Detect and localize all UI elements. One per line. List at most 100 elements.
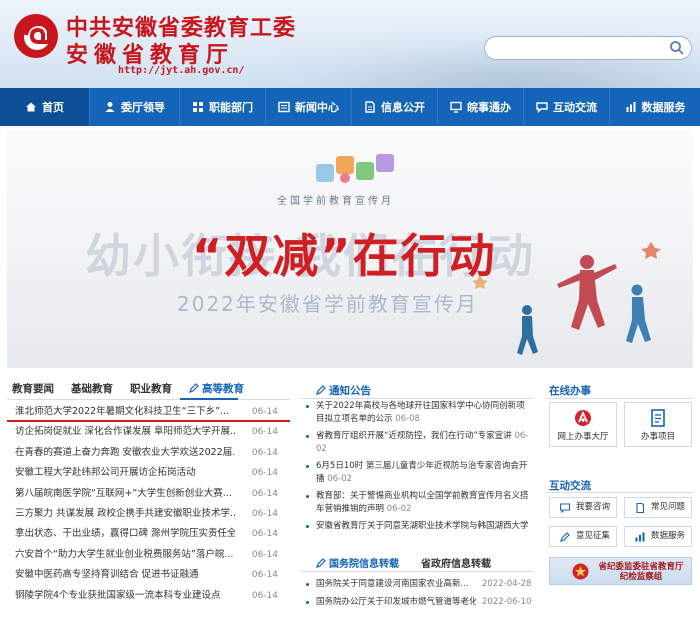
notice-title: 关于2022年高校与各地球开往国家科学中心协同创新项目拟立项名单的公示 — [316, 401, 525, 424]
gov-divider — [300, 571, 534, 572]
consult-icon — [560, 503, 570, 513]
interaction-heading[interactable]: 互动交流 — [549, 478, 591, 493]
notice-list: 关于2022年高校与各地球开往国家科学中心协同创新项目拟立项名单的公示 06-0… — [304, 400, 532, 538]
list-item[interactable]: 铜陵学院4个专业获批国家级一流本科专业建设点 06-14 — [7, 586, 290, 606]
consult-button[interactable]: 我要咨询 — [549, 497, 617, 518]
tab-education-news[interactable]: 教育要闻 — [12, 381, 54, 399]
news-date: 06-14 — [251, 570, 278, 581]
data-icon — [626, 102, 635, 112]
tab-provincial-government[interactable]: 省政府信息转载 — [421, 555, 491, 570]
notice-date: 06-02 — [386, 503, 412, 514]
list-item[interactable]: 6月5日10时 第三届儿童青少年近视防与治专家咨询会开播 06-02 — [304, 460, 532, 485]
gov-title: 国务院办公厅关于印发城市燃气管道等老化... — [316, 597, 476, 607]
list-item[interactable]: 拿出状态、干出业绩，赢得口碑 滁州学院压实责任全... 06-14 — [7, 524, 290, 544]
list-item[interactable]: 三方聚力 共谋发展 政校企携手共建安徽职业技术学... 06-14 — [7, 504, 290, 524]
site-url[interactable]: http://jyt.ah.gov.cn/ — [118, 65, 244, 76]
search-input[interactable] — [495, 38, 665, 60]
nav-info-disclosure[interactable]: 信息公开 — [352, 88, 438, 126]
news-date: 06-14 — [251, 427, 278, 438]
list-item[interactable]: 教育部：关于警惕商业机构以全国学前教育宣传月名义搭车营销推销的声明 06-02 — [304, 490, 532, 515]
nav-label: 职能部门 — [209, 101, 253, 114]
main-nav: 首页 委厅领导 职能部门 新闻中心 信息公开 皖事通办 互动交流 数据服务 — [0, 88, 700, 126]
jiwei-line2: 纪检监察组 — [619, 572, 663, 582]
list-item[interactable]: 安徽省教育厅关于同意芜湖职业技术学院与韩国湖西大学 — [304, 520, 532, 533]
tab-state-council[interactable]: 国务院信息转载 — [316, 555, 399, 570]
search-box — [484, 36, 692, 60]
faq-icon — [636, 503, 645, 513]
service-items-button[interactable]: 办事项目 — [624, 402, 692, 447]
list-item[interactable]: 访企拓岗促就业 深化合作谋发展 阜阳师范大学开展... 06-14 — [7, 422, 290, 442]
notice-heading-label: 通知公告 — [329, 385, 371, 397]
nav-online-service[interactable]: 皖事通办 — [438, 88, 524, 126]
nav-label: 皖事通办 — [467, 101, 511, 114]
list-item[interactable]: 安徽中医药高专坚持育训结合 促进书证融通 06-14 — [7, 565, 290, 585]
notice-date: 06-02 — [327, 473, 352, 484]
info-icon — [365, 101, 375, 113]
nav-news-center[interactable]: 新闻中心 — [266, 88, 352, 126]
search-icon[interactable] — [669, 40, 685, 56]
notice-date: 06-08 — [395, 413, 420, 424]
list-item[interactable]: 省教育厅组织开展“近视防控，我们在行动”专家宣讲 06-02 — [304, 430, 532, 455]
nav-interaction[interactable]: 互动交流 — [524, 88, 610, 126]
project-icon — [651, 409, 665, 427]
list-item[interactable]: 第八届皖南医学院“互联网+”大学生创新创业大赛... 06-14 — [7, 484, 290, 504]
nav-home[interactable]: 首页 — [0, 88, 90, 126]
pencil-icon — [316, 385, 326, 395]
list-item[interactable]: 在青春的赛道上奋力奔跑 安徽农业大学欢送2022届... 06-14 — [7, 443, 290, 463]
hero-banner[interactable]: 全国学前教育宣传月 幼小衔接 我们在行动 “双减”在行动 2022年安徽省学前教… — [7, 130, 693, 368]
mini-label: 意见征集 — [576, 531, 611, 541]
notice-heading[interactable]: 通知公告 — [316, 383, 371, 398]
notice-title: 安徽省教育厅关于同意芜湖职业技术学院与韩国湖西大学 — [316, 521, 529, 531]
list-item[interactable]: 关于2022年高校与各地球开往国家科学中心协同创新项目拟立项名单的公示 06-0… — [304, 400, 532, 425]
list-item[interactable]: 六安首个“助力大学生就业创业税费服务站”落户皖... 06-14 — [7, 545, 290, 565]
nav-departments[interactable]: 职能部门 — [180, 88, 266, 126]
news-list: 淮北师范大学2022年暑期文化科技卫生“三下乡”... 06-14 访企拓岗促就业… — [7, 402, 290, 606]
news-tabs: 教育要闻 基础教育 职业教育 高等教育 — [12, 381, 244, 399]
nav-label: 信息公开 — [381, 101, 425, 114]
nav-label: 首页 — [42, 101, 64, 114]
org-icon — [193, 102, 203, 112]
online-divider — [546, 398, 694, 399]
tabs-divider — [7, 399, 290, 400]
news-title: 安徽中医药高专坚持育训结合 促进书证融通 — [15, 569, 199, 581]
news-title: 第八届皖南医学院“互联网+”大学生创新创业大赛... — [15, 487, 232, 499]
banner-subtitle: 全国学前教育宣传月 — [277, 196, 394, 207]
discipline-inspection-banner[interactable]: 省纪委监委驻省教育厅 纪检监察组 — [549, 557, 692, 585]
news-date: 06-14 — [251, 508, 278, 519]
news-date: 06-14 — [251, 407, 278, 417]
gov-info-tabs: 国务院信息转载 省政府信息转载 — [316, 555, 491, 570]
card-label: 办事项目 — [640, 432, 675, 442]
tab-vocational-education[interactable]: 职业教育 — [130, 381, 172, 399]
card-label: 网上办事大厅 — [557, 432, 609, 442]
tab-basic-education[interactable]: 基础教育 — [71, 381, 113, 399]
list-item[interactable]: 淮北师范大学2022年暑期文化科技卫生“三下乡”... 06-14 — [7, 402, 290, 423]
survey-button[interactable]: 意见征集 — [549, 526, 617, 547]
news-title: 淮北师范大学2022年暑期文化科技卫生“三下乡”... — [15, 406, 230, 417]
news-icon — [278, 101, 290, 113]
news-date: 06-14 — [251, 488, 278, 499]
notice-title: 省教育厅组织开展“近视防控，我们在行动”专家宣讲 — [316, 431, 512, 441]
pencil-icon — [316, 558, 326, 568]
list-item[interactable]: 安徽工程大学赴纬邦公司开展访企拓岗活动 06-14 — [7, 463, 290, 483]
leader-icon — [105, 102, 115, 112]
mini-label: 我要咨询 — [576, 502, 611, 512]
gov-title: 国务院关于同意建设河南国家农业高新... — [316, 579, 469, 589]
news-date: 06-14 — [251, 447, 278, 458]
nav-leaders[interactable]: 委厅领导 — [90, 88, 180, 126]
interaction-divider — [546, 492, 694, 493]
online-service-heading[interactable]: 在线办事 — [549, 383, 591, 398]
data-service-icon — [635, 532, 645, 542]
running-children-illustration-icon — [472, 242, 661, 355]
online-hall-button[interactable]: 网上办事大厅 — [549, 402, 617, 447]
nav-data-service[interactable]: 数据服务 — [610, 88, 700, 126]
data-service-button[interactable]: 数据服务 — [624, 526, 692, 547]
tab-higher-education[interactable]: 高等教育 — [189, 381, 244, 399]
faq-button[interactable]: 常见问题 — [624, 497, 692, 518]
site-logo-icon[interactable] — [12, 12, 60, 60]
chat-icon — [536, 102, 548, 113]
news-date: 06-14 — [251, 468, 278, 479]
service-icon — [450, 101, 462, 113]
hall-icon — [575, 410, 591, 426]
gov-date: 2022-04-28 — [482, 579, 532, 589]
gov-date: 2022-06-10 — [482, 597, 532, 607]
